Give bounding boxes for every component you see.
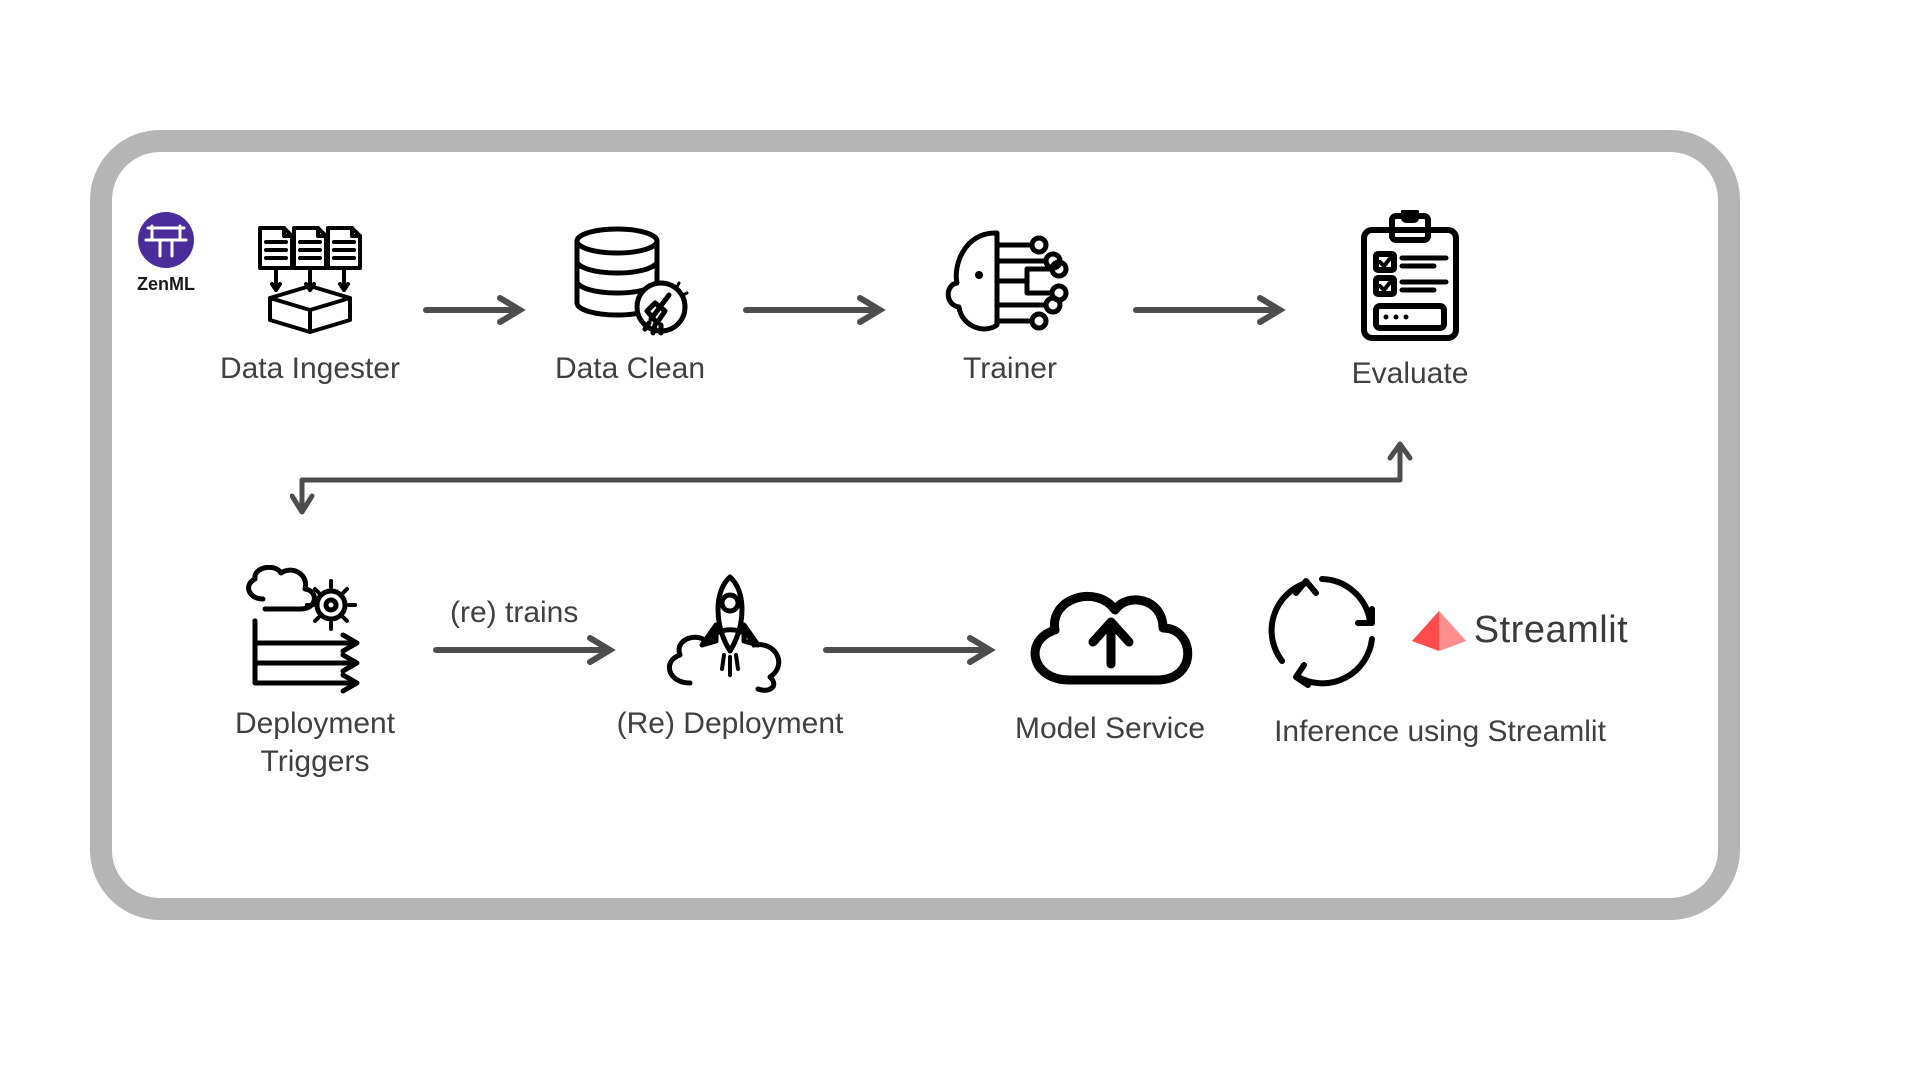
arrow-trainer-to-evaluate <box>1130 290 1290 330</box>
data-ingester-icon <box>240 220 380 340</box>
node-evaluate: Evaluate <box>1310 210 1510 393</box>
node-inference: Streamlit Inference using Streamlit <box>1230 565 1650 751</box>
streamlit-wordmark: Streamlit <box>1474 609 1628 652</box>
arrow-clean-to-trainer <box>740 290 890 330</box>
evaluate-icon <box>1350 210 1470 345</box>
node-trainer-label: Trainer <box>910 350 1110 388</box>
arrow-evaluate-to-triggers <box>290 440 1420 520</box>
node-deployment-triggers-label: Deployment Triggers <box>200 705 430 780</box>
node-inference-label: Inference using Streamlit <box>1230 713 1650 751</box>
node-data-ingester: Data Ingester <box>210 220 410 388</box>
node-trainer: Trainer <box>910 225 1110 388</box>
arrow-ingest-to-clean <box>420 290 530 330</box>
arrow-retrains-label: (re) trains <box>450 596 578 630</box>
cycle-icon <box>1252 565 1392 695</box>
node-model-service: Model Service <box>980 570 1240 748</box>
zenml-label: ZenML <box>126 274 206 295</box>
node-data-clean-label: Data Clean <box>530 350 730 388</box>
trainer-icon <box>935 225 1085 340</box>
node-deployment-triggers: Deployment Triggers <box>200 565 430 780</box>
zenml-logo-icon <box>134 210 198 270</box>
node-data-ingester-label: Data Ingester <box>210 350 410 388</box>
node-data-clean: Data Clean <box>530 225 730 388</box>
node-model-service-label: Model Service <box>980 710 1240 748</box>
deployment-triggers-icon <box>235 565 395 695</box>
data-clean-icon <box>565 225 695 340</box>
zenml-badge: ZenML <box>126 210 206 295</box>
redeployment-icon <box>650 565 810 695</box>
streamlit-logo-icon <box>1410 607 1468 653</box>
node-redeployment-label: (Re) Deployment <box>590 705 870 743</box>
arrow-redeploy-to-service <box>820 630 1000 670</box>
node-evaluate-label: Evaluate <box>1310 355 1510 393</box>
model-service-icon <box>1015 570 1205 700</box>
